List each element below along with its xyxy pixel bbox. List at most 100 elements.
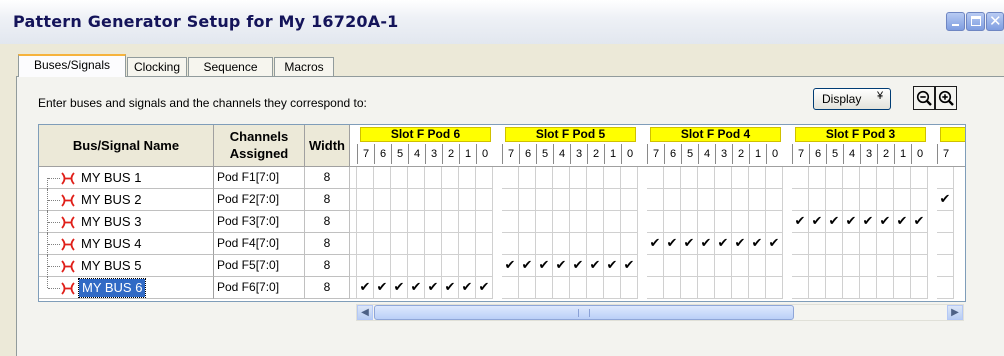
bit-cell[interactable]: [357, 189, 374, 211]
bit-cell[interactable]: [877, 189, 894, 211]
bit-cell[interactable]: [553, 277, 570, 299]
pod-header[interactable]: Slot F Pod 3: [795, 127, 926, 142]
bus-name-cell[interactable]: MY BUS 5: [39, 255, 214, 277]
check-icon[interactable]: ✔: [681, 233, 698, 255]
width-cell[interactable]: 8: [305, 255, 350, 277]
bit-cell[interactable]: [681, 211, 698, 233]
bit-cell[interactable]: [860, 189, 877, 211]
width-cell[interactable]: 8: [305, 233, 350, 255]
bit-cell[interactable]: [792, 189, 809, 211]
bit-cell[interactable]: [476, 255, 493, 277]
table-row[interactable]: MY BUS 4 Pod F4[7:0] 8 ✔ ✔ ✔ ✔ ✔ ✔ ✔ ✔: [39, 233, 965, 255]
bit-cell[interactable]: [476, 233, 493, 255]
bit-cell[interactable]: [408, 167, 425, 189]
bit-cell[interactable]: [732, 167, 749, 189]
bit-cell[interactable]: [391, 167, 408, 189]
bit-cell[interactable]: [681, 167, 698, 189]
bit-cell[interactable]: [809, 277, 826, 299]
bit-cell[interactable]: [647, 167, 664, 189]
bit-cell[interactable]: [894, 233, 911, 255]
bit-cell[interactable]: [911, 189, 928, 211]
minimize-button[interactable]: [946, 12, 965, 31]
bit-cell[interactable]: [715, 211, 732, 233]
pod-header[interactable]: Slot F Pod 6: [360, 127, 491, 142]
bit-cell[interactable]: [698, 189, 715, 211]
zoom-in-button[interactable]: [935, 86, 957, 110]
bit-cell[interactable]: [826, 233, 843, 255]
check-icon[interactable]: ✔: [894, 211, 911, 233]
pod-header[interactable]: Slot F Pod 5: [505, 127, 636, 142]
check-icon[interactable]: ✔: [843, 211, 860, 233]
check-icon[interactable]: ✔: [698, 233, 715, 255]
bit-cell[interactable]: [425, 211, 442, 233]
bit-cell[interactable]: [792, 255, 809, 277]
bit-cell[interactable]: [647, 255, 664, 277]
bit-cell[interactable]: [391, 255, 408, 277]
bit-cell[interactable]: [570, 277, 587, 299]
bus-name-cell[interactable]: MY BUS 6: [39, 277, 214, 299]
bit-cell[interactable]: [570, 167, 587, 189]
bit-cell[interactable]: [587, 211, 604, 233]
bit-cell[interactable]: [894, 189, 911, 211]
bit-cell[interactable]: [792, 167, 809, 189]
bit-cell[interactable]: [698, 277, 715, 299]
check-icon[interactable]: ✔: [476, 277, 493, 299]
check-icon[interactable]: ✔: [502, 255, 519, 277]
channels-cell[interactable]: Pod F6[7:0]: [214, 277, 305, 299]
bit-cell[interactable]: [698, 167, 715, 189]
channels-cell[interactable]: Pod F5[7:0]: [214, 255, 305, 277]
bit-cell[interactable]: [476, 167, 493, 189]
check-icon[interactable]: ✔: [459, 277, 476, 299]
check-icon[interactable]: ✔: [860, 211, 877, 233]
bit-cell[interactable]: [587, 189, 604, 211]
tab-sequence[interactable]: Sequence: [188, 57, 273, 76]
bit-cell[interactable]: [877, 233, 894, 255]
check-icon[interactable]: ✔: [937, 189, 954, 211]
bit-cell[interactable]: [621, 277, 638, 299]
bit-cell[interactable]: [664, 277, 681, 299]
check-icon[interactable]: ✔: [408, 277, 425, 299]
width-cell[interactable]: 8: [305, 211, 350, 233]
bit-cell[interactable]: [809, 255, 826, 277]
check-icon[interactable]: ✔: [570, 255, 587, 277]
table-row[interactable]: MY BUS 3 Pod F3[7:0] 8 ✔ ✔ ✔ ✔ ✔ ✔ ✔ ✔: [39, 211, 965, 233]
bit-cell[interactable]: [621, 211, 638, 233]
bit-cell[interactable]: [937, 277, 954, 299]
bit-cell[interactable]: [570, 233, 587, 255]
bit-cell[interactable]: [604, 277, 621, 299]
bit-cell[interactable]: [425, 167, 442, 189]
bit-cell[interactable]: [519, 211, 536, 233]
bit-cell[interactable]: [519, 167, 536, 189]
bit-cell[interactable]: [809, 167, 826, 189]
close-button[interactable]: ✕: [986, 12, 1004, 31]
scroll-left-icon[interactable]: ◀: [357, 305, 373, 320]
bit-cell[interactable]: [621, 167, 638, 189]
bit-cell[interactable]: [408, 189, 425, 211]
bit-cell[interactable]: [476, 189, 493, 211]
bit-cell[interactable]: [698, 255, 715, 277]
check-icon[interactable]: ✔: [621, 255, 638, 277]
bit-cell[interactable]: [843, 167, 860, 189]
zoom-out-button[interactable]: [913, 86, 935, 110]
bit-cell[interactable]: [357, 233, 374, 255]
bit-cell[interactable]: [476, 211, 493, 233]
bit-cell[interactable]: [536, 167, 553, 189]
bit-cell[interactable]: [664, 255, 681, 277]
tab-macros[interactable]: Macros: [274, 57, 334, 76]
bit-cell[interactable]: [587, 233, 604, 255]
pod-header[interactable]: Slot F Pod 4: [650, 127, 781, 142]
table-row[interactable]: MY BUS 5 Pod F5[7:0] 8 ✔ ✔ ✔ ✔ ✔ ✔ ✔ ✔: [39, 255, 965, 277]
bit-cell[interactable]: [937, 167, 954, 189]
horizontal-scrollbar[interactable]: ◀ ▶: [356, 304, 964, 321]
table-row[interactable]: MY BUS 1 Pod F1[7:0] 8: [39, 167, 965, 189]
bit-cell[interactable]: [809, 233, 826, 255]
bit-cell[interactable]: [826, 167, 843, 189]
bit-cell[interactable]: [843, 189, 860, 211]
check-icon[interactable]: ✔: [357, 277, 374, 299]
bit-cell[interactable]: [570, 211, 587, 233]
bit-cell[interactable]: [715, 255, 732, 277]
bit-cell[interactable]: [681, 255, 698, 277]
width-cell[interactable]: 8: [305, 189, 350, 211]
bit-cell[interactable]: [459, 189, 476, 211]
check-icon[interactable]: ✔: [442, 277, 459, 299]
